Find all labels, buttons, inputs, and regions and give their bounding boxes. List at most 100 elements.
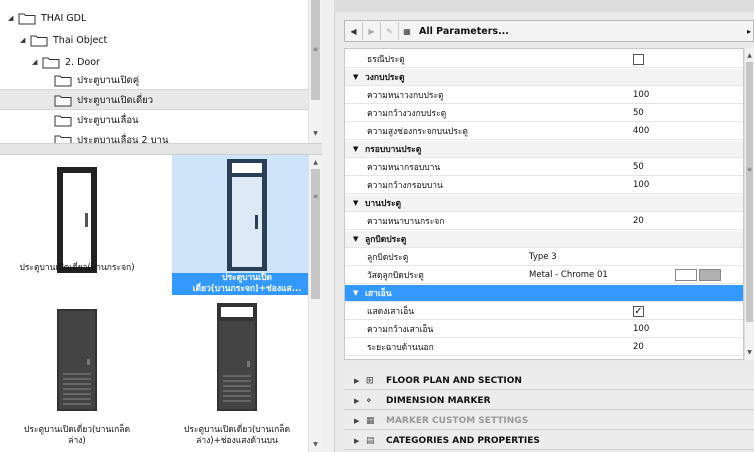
expand-triangle-icon[interactable]: ▶	[354, 437, 366, 445]
param-value[interactable]: 50	[633, 108, 644, 118]
tree-item-label: ประตูบานเลื่อน 2 บาน	[77, 134, 169, 144]
collapse-triangle-icon[interactable]: ▼	[353, 289, 358, 297]
section-label: CATEGORIES AND PROPERTIES	[386, 435, 540, 446]
param-group-row[interactable]: ▼ ลูกบิดประตู	[345, 231, 743, 248]
thumbnail-gallery: ประตูบานเปิดเดี่ยว(บานกระจก) ประตูบานเปิ…	[0, 155, 322, 452]
pane-splitter[interactable]	[0, 143, 322, 155]
tree-item-single-door[interactable]: ประตูบานเปิดเดี่ยว	[54, 90, 153, 110]
param-value[interactable]: 50	[633, 162, 644, 172]
section-label: DIMENSION MARKER	[386, 395, 491, 406]
folder-icon	[54, 74, 72, 87]
param-row[interactable]: ความหนาวงกบประตู 100	[345, 87, 743, 104]
scroll-thumb[interactable]	[311, 169, 320, 299]
door-thumbnail	[162, 295, 312, 413]
param-value[interactable]: Type 3	[529, 252, 557, 262]
param-group-row[interactable]: ▼ กรอบบานประตู	[345, 141, 743, 158]
collapse-triangle-icon[interactable]: ▼	[353, 235, 358, 243]
param-value[interactable]: 100	[633, 324, 649, 334]
param-value[interactable]: 20	[633, 216, 644, 226]
folder-icon	[42, 56, 60, 69]
param-name: เสาเอ็น	[365, 289, 392, 299]
scroll-up-icon[interactable]: ▲	[309, 159, 322, 166]
tree-item-sliding-door-2[interactable]: ประตูบานเลื่อน 2 บาน	[54, 130, 168, 143]
section-header[interactable]: ▶ ▤ CATEGORIES AND PROPERTIES	[344, 432, 754, 450]
parameters-scrollbar[interactable]: ▲ ≡ ▼	[744, 48, 754, 360]
material-swatch-white[interactable]	[675, 269, 697, 281]
expand-triangle-icon[interactable]: ▶	[354, 377, 366, 385]
scroll-down-icon[interactable]: ▼	[745, 349, 754, 356]
tree-item-label: THAI GDL	[41, 12, 87, 24]
param-row[interactable]: ธรณีประตู	[345, 51, 743, 68]
parameters-list-icon: ▦	[403, 26, 411, 36]
param-name: ความหนาบานกระจก	[367, 217, 445, 227]
param-name: ลูกบิดประตู	[367, 253, 409, 263]
tree-item-thai-object[interactable]: ◢ Thai Object	[20, 30, 107, 50]
folder-icon	[54, 94, 72, 107]
parameters-list: ธรณีประตู ▼ วงกบประตู ความหนาวงกบประตู 100 คว…	[344, 48, 744, 360]
expand-triangle-icon[interactable]: ▶	[354, 397, 366, 405]
gallery-item-caption: ประตูบานเปิดเดี่ยว(บานเกล็ด ล่าง)	[23, 425, 131, 446]
param-name: ความหนาวงกบประตู	[367, 91, 444, 101]
scroll-grip-icon: ≡	[312, 193, 319, 200]
gallery-item-selected[interactable]: ประตูบานเปิด เดี่ยว(บานกระจก)+ช่องแส...	[172, 155, 322, 295]
param-row[interactable]: ความกว้างกรอบบาน 100	[345, 177, 743, 194]
param-row[interactable]: ความสูงช่องกระจกบนประตู 400	[345, 123, 743, 140]
scroll-down-icon[interactable]: ▼	[309, 441, 322, 448]
checkbox-checked[interactable]: ✓	[633, 305, 644, 317]
param-row[interactable]: ลูกบิดประตู Type 3	[345, 249, 743, 266]
tree-item-sliding-door[interactable]: ประตูบานเลื่อน	[54, 110, 139, 130]
param-row[interactable]: วัสดุลูกบิดประตู Metal - Chrome 01	[345, 267, 743, 284]
param-name: บานประตู	[365, 199, 402, 209]
param-group-row[interactable]: ▼ เสาเอ็น	[345, 285, 743, 302]
edit-icon[interactable]: ✎	[381, 22, 399, 40]
gallery-item-caption: ประตูบานเปิดเดี่ยว(บานเกล็ด ล่าง)+ช่องแสง…	[183, 425, 291, 446]
collapse-triangle-icon[interactable]: ▼	[353, 73, 358, 81]
material-swatch-chrome[interactable]	[699, 269, 721, 281]
param-group-row[interactable]: ▼ บานประตู	[345, 195, 743, 212]
prev-arrow-icon[interactable]: ◀	[345, 22, 363, 40]
param-value[interactable]: 400	[633, 126, 649, 136]
tree-item-thai-gdl[interactable]: ◢ THAI GDL	[8, 8, 86, 28]
door-thumbnail	[2, 155, 152, 275]
scroll-down-icon[interactable]: ▼	[309, 130, 322, 137]
expand-triangle-icon[interactable]: ◢	[8, 14, 18, 22]
param-value[interactable]: 100	[633, 180, 649, 190]
tree-selection-highlight	[0, 89, 308, 110]
tree-item-door[interactable]: ◢ 2. Door	[32, 52, 100, 72]
dropdown-arrow-icon[interactable]: ▸	[747, 27, 751, 36]
param-group-row[interactable]: ▼ วงกบประตู	[345, 69, 743, 86]
param-row[interactable]: แสดงเสาเอ็น ✓	[345, 303, 743, 320]
parameters-dropdown[interactable]: All Parameters...	[419, 26, 509, 37]
section-header[interactable]: ▶ ⊞ FLOOR PLAN AND SECTION	[344, 372, 754, 390]
tree-scrollbar[interactable]: ≡ ▼	[308, 0, 322, 143]
param-value[interactable]: 20	[633, 342, 644, 352]
collapse-triangle-icon[interactable]: ▼	[353, 199, 358, 207]
gallery-item[interactable]: ประตูบานเปิดเดี่ยว(บานเกล็ด ล่าง)+ช่องแสง…	[162, 295, 312, 446]
expand-triangle-icon[interactable]: ◢	[32, 58, 42, 66]
gallery-scrollbar[interactable]: ▲ ≡ ▼	[308, 155, 322, 452]
param-row[interactable]: ระยะฉาบด้านนอก 20	[345, 339, 743, 356]
gallery-item[interactable]: ประตูบานเปิดเดี่ยว(บานเกล็ด ล่าง)	[2, 295, 152, 446]
scroll-up-icon[interactable]: ▲	[745, 52, 754, 59]
param-row[interactable]: ความหนาบานกระจก 20	[345, 213, 743, 230]
next-arrow-icon[interactable]: ▶	[363, 22, 381, 40]
param-name: วัสดุลูกบิดประตู	[367, 271, 424, 281]
checkbox-unchecked[interactable]	[633, 53, 644, 65]
tree-item-double-door[interactable]: ประตูบานเปิดคู่	[54, 70, 139, 90]
param-name: ธรณีประตู	[367, 55, 405, 65]
section-header[interactable]: ▶ ⋄ DIMENSION MARKER	[344, 392, 754, 410]
section-header[interactable]: ▶ ▦ MARKER CUSTOM SETTINGS	[344, 412, 754, 430]
collapse-triangle-icon[interactable]: ▼	[353, 145, 358, 153]
param-row[interactable]: ความกว้างวงกบประตู 50	[345, 105, 743, 122]
param-row[interactable]: ความกว้างเสาเอ็น 100	[345, 321, 743, 338]
gallery-item[interactable]: ประตูบานเปิดเดี่ยว(บานกระจก)	[2, 155, 152, 290]
param-row[interactable]: ความหนากรอบบาน 50	[345, 159, 743, 176]
param-value[interactable]: 100	[633, 90, 649, 100]
door-thumbnail	[2, 295, 152, 413]
expand-triangle-icon[interactable]: ◢	[20, 36, 30, 44]
categories-icon: ▤	[366, 435, 375, 446]
tree-item-label: Thai Object	[53, 34, 108, 46]
scroll-thumb[interactable]	[746, 62, 753, 322]
expand-triangle-icon[interactable]: ▶	[354, 417, 366, 425]
param-value[interactable]: Metal - Chrome 01	[529, 270, 608, 280]
